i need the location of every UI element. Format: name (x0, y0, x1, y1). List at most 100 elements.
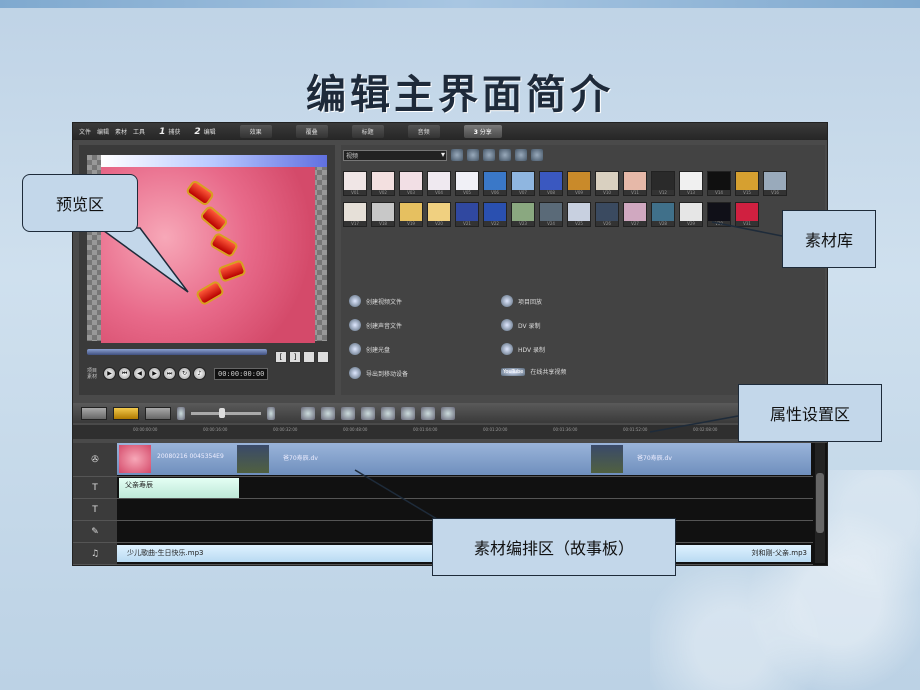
action-create-audio[interactable]: 创建声音文件 (349, 319, 402, 331)
sort-icon[interactable] (483, 149, 495, 161)
auto-music-icon[interactable] (401, 406, 415, 420)
step-capture[interactable]: 1 捕获 (159, 127, 180, 137)
title-track-icon[interactable]: T (73, 499, 117, 520)
action-create-video[interactable]: 创建视频文件 (349, 295, 402, 307)
library-thumbnail[interactable]: V12 (651, 171, 675, 196)
fit-icon[interactable] (267, 406, 275, 420)
library-thumbnail[interactable]: V31 (735, 202, 759, 227)
title-clip[interactable]: 父亲寿辰 (119, 478, 239, 498)
library-thumbnail[interactable]: V22 (483, 202, 507, 227)
insert-media-icon[interactable] (301, 406, 315, 420)
menu-file[interactable]: 文件 (79, 127, 91, 136)
tab-effects[interactable]: 效果 (239, 125, 272, 138)
video-track-icon[interactable]: ✇ (73, 443, 117, 476)
prev-frame-icon[interactable]: ◀ (133, 367, 147, 380)
menu-tools[interactable]: 工具 (133, 127, 145, 136)
clip-thumbnail[interactable] (119, 445, 151, 473)
library-thumbnail[interactable]: V13 (679, 171, 703, 196)
hdv-icon (501, 343, 513, 355)
audio-view-button[interactable] (145, 406, 171, 420)
next-frame-icon[interactable]: ▶ (148, 367, 162, 380)
library-thumbnail[interactable]: V09 (567, 171, 591, 196)
library-thumbnail[interactable]: V04 (427, 171, 451, 196)
library-thumbnail[interactable]: V27 (623, 202, 647, 227)
library-thumbnail[interactable]: V17 (343, 202, 367, 227)
trash-icon[interactable] (515, 149, 527, 161)
action-project-playback[interactable]: 项目回放 (501, 295, 542, 307)
library-thumbnail[interactable]: V08 (539, 171, 563, 196)
library-thumbnail[interactable]: V23 (511, 202, 535, 227)
options-icon[interactable] (531, 149, 543, 161)
mark-in-button[interactable]: [ (275, 351, 287, 363)
storyboard-view-button[interactable] (81, 406, 107, 420)
tab-share[interactable]: 3 分享 (463, 125, 502, 138)
library-thumbnail[interactable]: V01 (343, 171, 367, 196)
action-hdv-record[interactable]: HDV 录制 (501, 343, 545, 355)
play-icon[interactable]: ▶ (103, 367, 117, 380)
scrub-bar[interactable] (87, 349, 267, 355)
record-capture-icon[interactable] (361, 406, 375, 420)
import-icon[interactable] (467, 149, 479, 161)
library-thumbnail[interactable]: V25 (567, 202, 591, 227)
timeline-scrollbar[interactable] (815, 443, 825, 563)
zoom-slider[interactable] (191, 407, 261, 418)
refresh-icon[interactable] (499, 149, 511, 161)
repeat-icon[interactable]: ↻ (178, 367, 192, 380)
library-thumbnail[interactable]: V03 (399, 171, 423, 196)
home-icon[interactable]: ⏮ (118, 367, 132, 380)
expand-button[interactable] (317, 351, 329, 363)
library-thumbnail[interactable]: V02 (371, 171, 395, 196)
tab-overlay[interactable]: 覆叠 (295, 125, 328, 138)
step-edit[interactable]: 2 编辑 (194, 127, 215, 137)
action-dv-record[interactable]: DV 录制 (501, 319, 541, 331)
menu-edit[interactable]: 编辑 (97, 127, 109, 136)
library-thumbnail[interactable]: V24 (539, 202, 563, 227)
motion-tracking-icon[interactable] (421, 406, 435, 420)
folder-icon[interactable] (451, 149, 463, 161)
library-thumbnail[interactable]: V30 (707, 202, 731, 227)
library-thumbnail[interactable]: V18 (371, 202, 395, 227)
library-thumbnail[interactable]: V10 (595, 171, 619, 196)
library-thumbnail[interactable]: V26 (595, 202, 619, 227)
menu-clip[interactable]: 素材 (115, 127, 127, 136)
library-thumbnail[interactable]: V29 (679, 202, 703, 227)
clip-thumbnail[interactable] (591, 445, 623, 473)
action-share-online[interactable]: YouTube 在线共享视频 (501, 367, 566, 376)
split-button[interactable] (303, 351, 315, 363)
split-screen-icon[interactable] (441, 406, 455, 420)
timeline-view-button[interactable] (113, 406, 139, 420)
volume-icon[interactable]: ♪ (193, 367, 207, 380)
library-thumbnail[interactable]: V11 (623, 171, 647, 196)
video-clips-strip[interactable]: 20080216 0045354E9 爸70寿辰.dv 爸70寿辰.dv (117, 443, 811, 475)
disc-icon (349, 343, 361, 355)
end-icon[interactable]: ⏭ (163, 367, 177, 380)
library-thumbnail[interactable]: V05 (455, 171, 479, 196)
library-thumbnail[interactable]: V15 (735, 171, 759, 196)
library-thumbnail[interactable]: V06 (483, 171, 507, 196)
action-export-mobile[interactable]: 导出到移动设备 (349, 367, 408, 379)
clip-thumbnail[interactable] (237, 445, 269, 473)
library-thumbnail[interactable]: V07 (511, 171, 535, 196)
timecode-display[interactable]: 00:00:00:00 (214, 367, 269, 380)
library-thumbnail[interactable]: V20 (427, 202, 451, 227)
library-thumbnail[interactable]: V14 (707, 171, 731, 196)
library-thumbnail[interactable]: V16 (763, 171, 787, 196)
zoom-out-icon[interactable] (177, 406, 185, 420)
library-thumbnail[interactable]: V19 (399, 202, 423, 227)
mark-out-button[interactable]: ] (289, 351, 301, 363)
tab-title[interactable]: 标题 (351, 125, 384, 138)
undo-icon[interactable] (321, 406, 335, 420)
title-track-1: T 父亲寿辰 (73, 477, 813, 499)
library-thumbnail[interactable]: V21 (455, 202, 479, 227)
title-track-icon[interactable]: T (73, 477, 117, 498)
redo-icon[interactable] (341, 406, 355, 420)
action-create-disc[interactable]: 创建光盘 (349, 343, 390, 355)
timeline-ruler[interactable]: 00:00:00:00 00:00:16:00 00:00:32:00 00:00:4… (73, 425, 827, 439)
ruler-tick-label: 00:02:08:00 (693, 427, 718, 432)
music-track-icon[interactable]: ♫ (73, 543, 117, 564)
tab-audio[interactable]: 音频 (407, 125, 440, 138)
audio-mixer-icon[interactable] (381, 406, 395, 420)
library-thumbnail[interactable]: V28 (651, 202, 675, 227)
voice-track-icon[interactable]: ✎ (73, 521, 117, 542)
library-dropdown[interactable]: 视频 (343, 149, 447, 161)
